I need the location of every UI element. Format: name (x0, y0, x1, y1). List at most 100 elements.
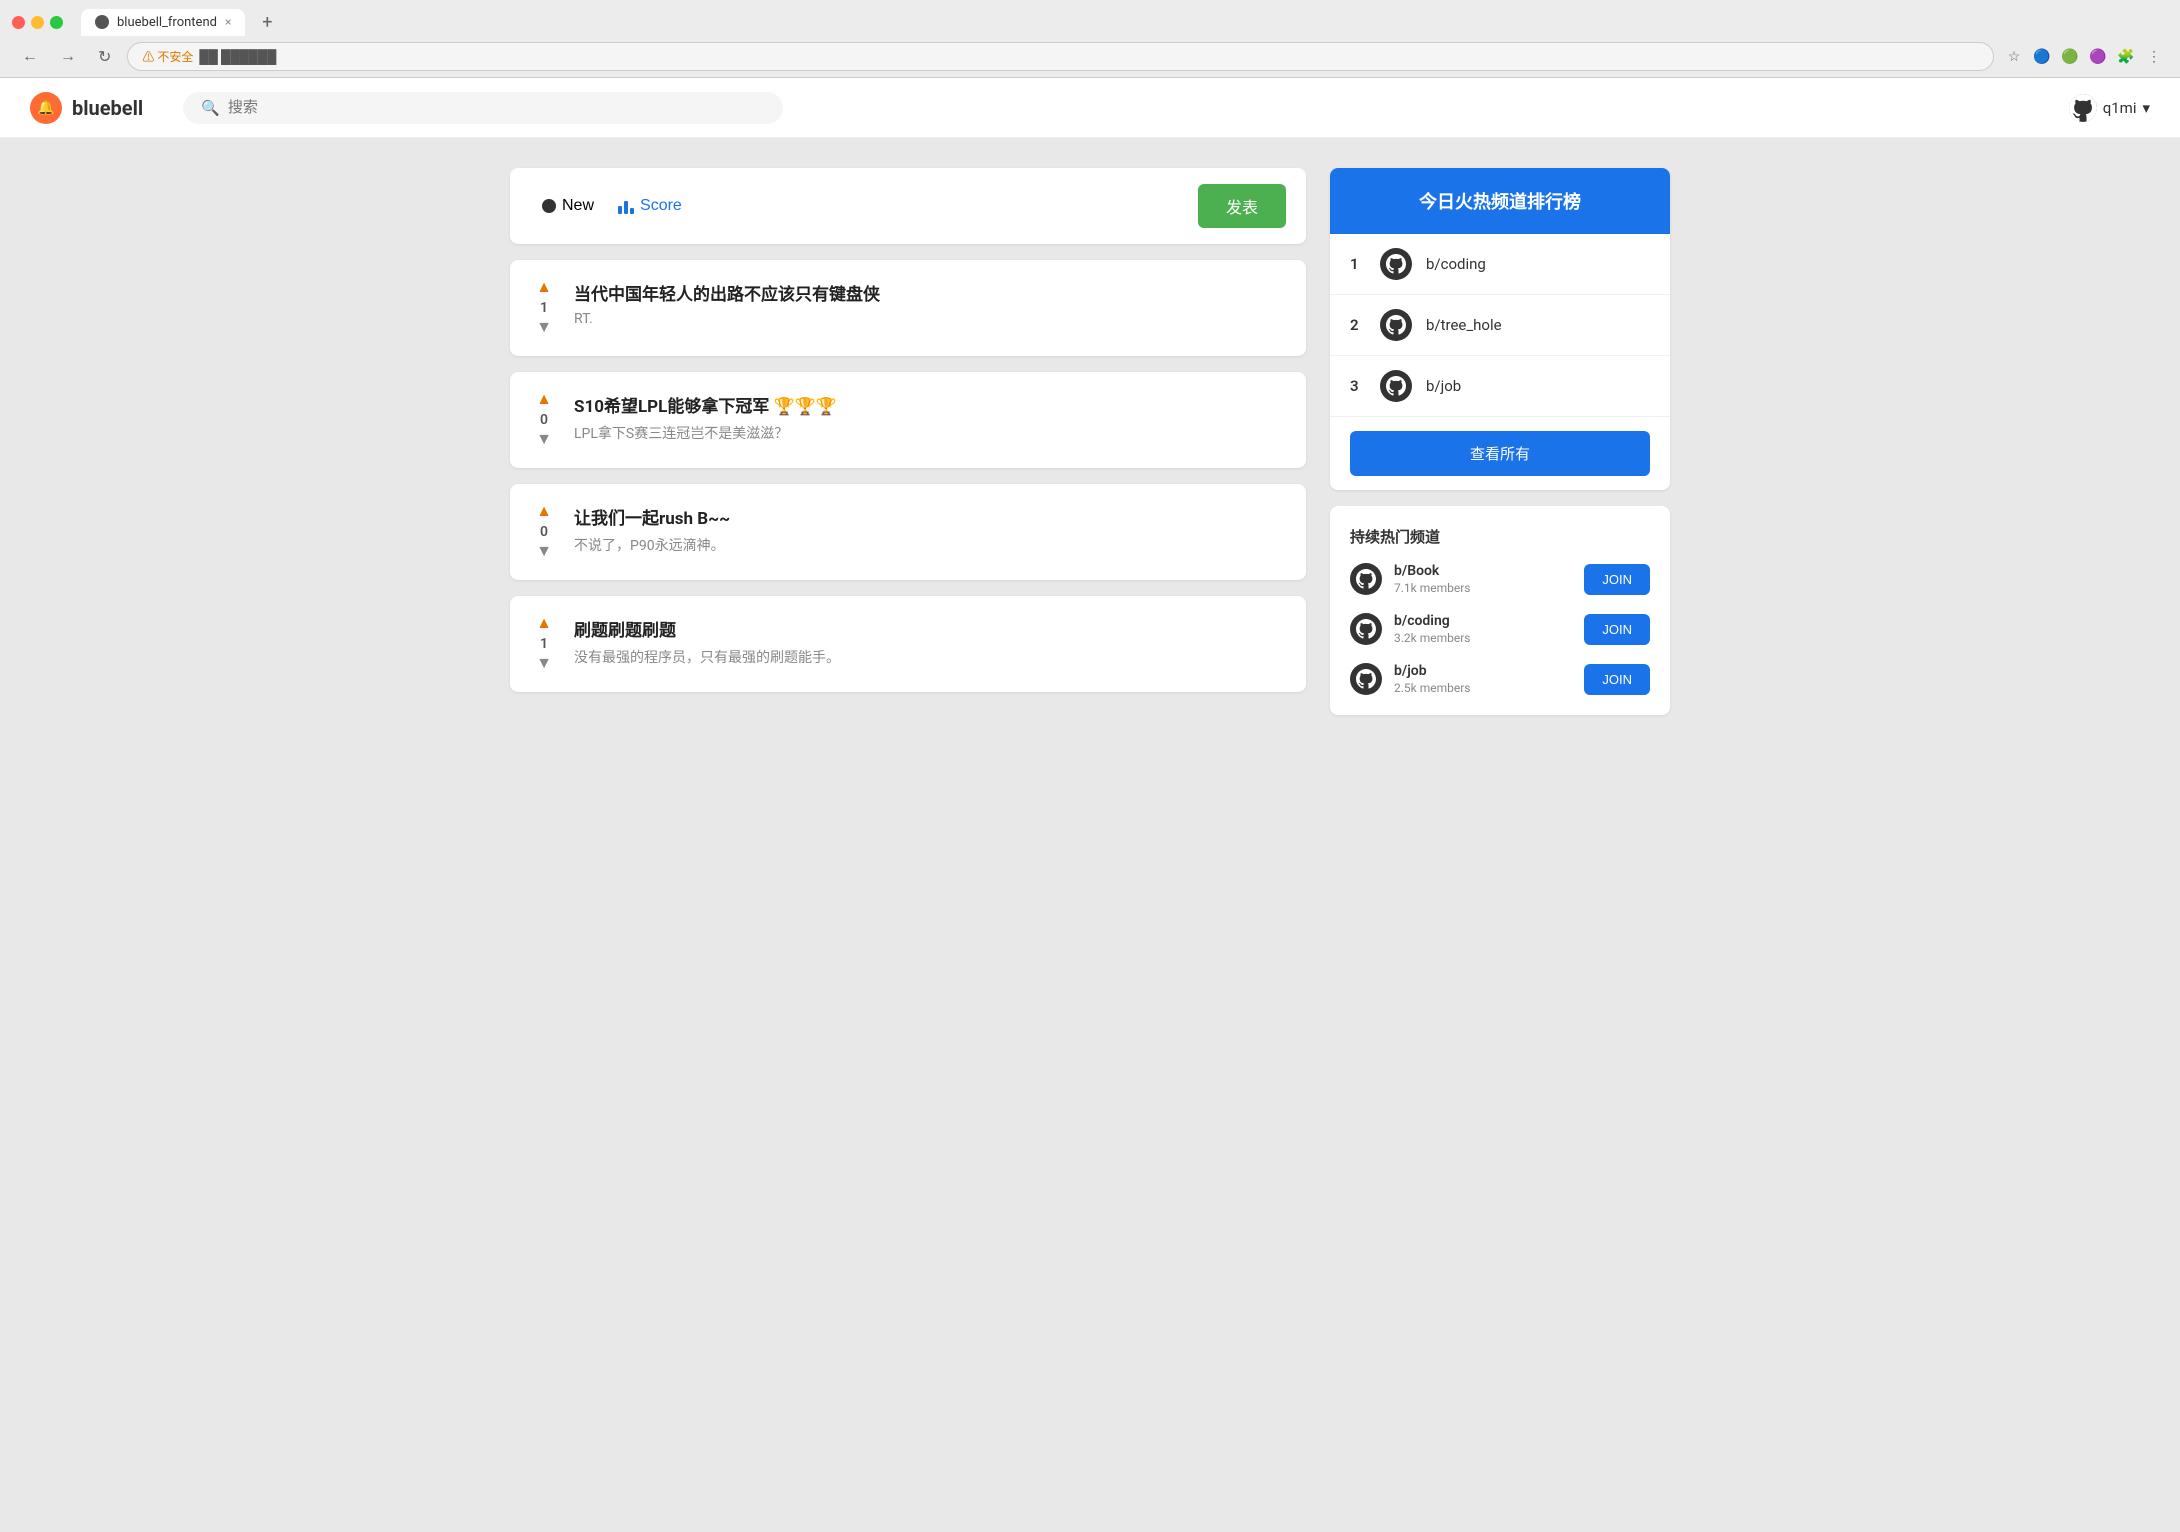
hot-channels-widget: 今日火热频道排行榜 1 b/coding 2 (1330, 168, 1670, 490)
upvote-btn-4[interactable]: ▲ (536, 616, 552, 632)
post-title-3: 让我们一起rush B~~ (574, 504, 1286, 529)
extension-icon-4[interactable]: 🧩 (2116, 47, 2136, 67)
channel-name-3: b/job (1426, 377, 1461, 395)
vote-col-1: ▲ 1 ▼ (530, 280, 558, 336)
channel-name-2: b/tree_hole (1426, 316, 1502, 334)
window-fullscreen-btn[interactable] (50, 16, 63, 29)
trending-icon-3 (1350, 663, 1382, 695)
main-content: New Score 发表 ▲ 1 ▼ 当代中国年轻人的出路不应该只有键盘侠 (490, 138, 1690, 745)
join-btn-1[interactable]: JOIN (1584, 564, 1650, 595)
trending-icon-1 (1350, 563, 1382, 595)
tab-score-label: Score (640, 197, 682, 215)
publish-button[interactable]: 发表 (1198, 184, 1286, 228)
logo-text: bluebell (72, 96, 143, 120)
trending-members-2: 3.2k members (1394, 631, 1572, 645)
post-tabs-bar: New Score 发表 (510, 168, 1306, 244)
vote-col-3: ▲ 0 ▼ (530, 504, 558, 560)
trending-channels-title: 持续热门频道 (1350, 526, 1650, 547)
right-column: 今日火热频道排行榜 1 b/coding 2 (1330, 168, 1670, 715)
extension-icon-3[interactable]: 🟣 (2088, 47, 2108, 67)
join-btn-3[interactable]: JOIN (1584, 664, 1650, 695)
vote-count-4: 1 (540, 636, 548, 652)
tab-favicon (95, 15, 109, 29)
window-close-btn[interactable] (12, 16, 25, 29)
menu-icon[interactable]: ⋮ (2144, 47, 2164, 67)
trending-name-2: b/coding (1394, 613, 1572, 629)
tab-score[interactable]: Score (606, 191, 694, 221)
vote-count-2: 0 (540, 412, 548, 428)
logo-icon: 🔔 (30, 92, 62, 124)
user-dropdown-icon[interactable]: ▾ (2142, 99, 2150, 117)
channel-rank-1: 1 (1350, 255, 1366, 273)
trending-members-3: 2.5k members (1394, 681, 1572, 695)
channel-icon-2 (1380, 309, 1412, 341)
channel-item-2[interactable]: 2 b/tree_hole (1330, 295, 1670, 356)
header-user-area[interactable]: q1mi ▾ (2069, 94, 2150, 122)
channel-name-1: b/coding (1426, 255, 1486, 273)
trending-info-2: b/coding 3.2k members (1394, 613, 1572, 645)
channel-icon-1 (1380, 248, 1412, 280)
nav-bar: ← → ↻ ⚠ 不安全 ██ ██████ ☆ 🔵 🟢 🟣 🧩 ⋮ (0, 36, 2180, 77)
trending-icon-2 (1350, 613, 1382, 645)
upvote-btn-1[interactable]: ▲ (536, 280, 552, 296)
score-bar-icon (618, 198, 634, 214)
browser-toolbar: ☆ 🔵 🟢 🟣 🧩 ⋮ (2004, 47, 2164, 67)
forward-btn[interactable]: → (54, 44, 82, 70)
address-bar[interactable]: ⚠ 不安全 ██ ██████ (127, 42, 1994, 71)
downvote-btn-2[interactable]: ▼ (536, 432, 552, 448)
channel-item-1[interactable]: 1 b/coding (1330, 234, 1670, 295)
join-btn-2[interactable]: JOIN (1584, 614, 1650, 645)
post-desc-3: 不说了，P90永远滴神。 (574, 535, 1286, 555)
tab-new-label: New (562, 197, 594, 215)
left-column: New Score 发表 ▲ 1 ▼ 当代中国年轻人的出路不应该只有键盘侠 (510, 168, 1306, 715)
security-warning: ⚠ 不安全 (142, 48, 193, 65)
channel-rank-3: 3 (1350, 377, 1366, 395)
tab-close-btn[interactable]: × (225, 15, 231, 29)
tab-title: bluebell_frontend (117, 15, 217, 30)
trending-info-1: b/Book 7.1k members (1394, 563, 1572, 595)
trending-name-3: b/job (1394, 663, 1572, 679)
post-body-1[interactable]: 当代中国年轻人的出路不应该只有键盘侠 RT. (574, 280, 1286, 336)
back-btn[interactable]: ← (16, 44, 44, 70)
post-card-3: ▲ 0 ▼ 让我们一起rush B~~ 不说了，P90永远滴神。 (510, 484, 1306, 580)
trending-name-1: b/Book (1394, 563, 1572, 579)
app-logo[interactable]: 🔔 bluebell (30, 92, 143, 124)
tab-new[interactable]: New (530, 191, 606, 221)
hot-channels-title: 今日火热频道排行榜 (1330, 168, 1670, 234)
refresh-btn[interactable]: ↻ (92, 43, 117, 71)
trending-members-1: 7.1k members (1394, 581, 1572, 595)
downvote-btn-1[interactable]: ▼ (536, 320, 552, 336)
post-card-4: ▲ 1 ▼ 刷题刷题刷题 没有最强的程序员，只有最强的刷题能手。 (510, 596, 1306, 692)
new-tab-btn[interactable]: + (253, 8, 281, 36)
downvote-btn-3[interactable]: ▼ (536, 544, 552, 560)
url-text: ██ ██████ (199, 49, 276, 65)
window-controls (12, 16, 63, 29)
app-header: 🔔 bluebell 🔍 q1mi ▾ (0, 78, 2180, 138)
search-bar[interactable]: 🔍 (183, 92, 783, 124)
post-body-4[interactable]: 刷题刷题刷题 没有最强的程序员，只有最强的刷题能手。 (574, 616, 1286, 672)
search-input[interactable] (228, 99, 765, 116)
post-body-3[interactable]: 让我们一起rush B~~ 不说了，P90永远滴神。 (574, 504, 1286, 560)
channel-icon-3 (1380, 370, 1412, 402)
downvote-btn-4[interactable]: ▼ (536, 656, 552, 672)
view-all-channels-btn[interactable]: 查看所有 (1350, 431, 1650, 476)
vote-count-3: 0 (540, 524, 548, 540)
post-desc-1: RT. (574, 311, 1286, 327)
active-tab[interactable]: bluebell_frontend × (81, 9, 245, 36)
user-avatar (2069, 94, 2097, 122)
channel-item-3[interactable]: 3 b/job (1330, 356, 1670, 417)
post-title-2: S10希望LPL能够拿下冠军 🏆🏆🏆 (574, 392, 1286, 417)
extension-icon-2[interactable]: 🟢 (2060, 47, 2080, 67)
upvote-btn-3[interactable]: ▲ (536, 504, 552, 520)
trending-item-2: b/coding 3.2k members JOIN (1350, 613, 1650, 645)
extension-icon-1[interactable]: 🔵 (2032, 47, 2052, 67)
tab-bar: bluebell_frontend × + (0, 0, 2180, 36)
bookmark-icon[interactable]: ☆ (2004, 47, 2024, 67)
trending-item-1: b/Book 7.1k members JOIN (1350, 563, 1650, 595)
post-desc-4: 没有最强的程序员，只有最强的刷题能手。 (574, 647, 1286, 667)
channel-list: 1 b/coding 2 b/tree_hole (1330, 234, 1670, 417)
upvote-btn-2[interactable]: ▲ (536, 392, 552, 408)
window-minimize-btn[interactable] (31, 16, 44, 29)
trending-info-3: b/job 2.5k members (1394, 663, 1572, 695)
post-body-2[interactable]: S10希望LPL能够拿下冠军 🏆🏆🏆 LPL拿下S赛三连冠岂不是美滋滋？ (574, 392, 1286, 448)
